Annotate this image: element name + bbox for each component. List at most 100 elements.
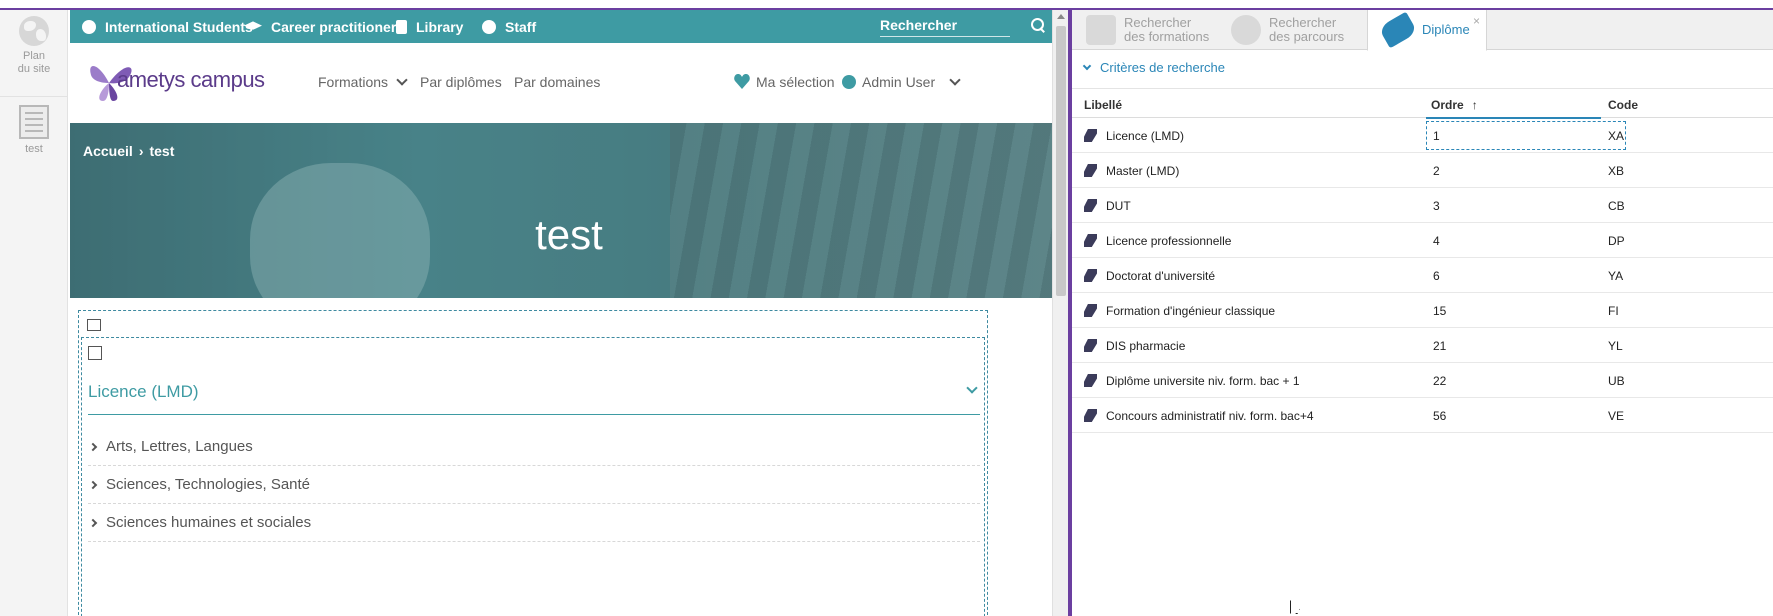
breadcrumb: Accueil › test — [83, 143, 174, 159]
tab-search-parcours[interactable]: Rechercher des parcours — [1217, 10, 1367, 50]
menu-label: Formations — [318, 74, 389, 90]
close-icon[interactable]: × — [1473, 14, 1480, 28]
site-header: ametys campus Formations Par diplômes Pa… — [70, 43, 1068, 123]
diploma-icon — [1084, 374, 1097, 387]
app-window: Plan du site test International Students… — [0, 0, 1773, 616]
user-name: Admin User — [862, 74, 936, 90]
table-row[interactable]: Master (LMD) 2 XB — [1072, 153, 1773, 188]
panel-tabbar: Rechercher des formations Rechercher des p… — [1072, 10, 1773, 51]
logo-text: ametys campus — [117, 67, 265, 92]
cell-label: Formation d'ingénieur classique — [1106, 304, 1276, 318]
cell-order: 56 — [1433, 409, 1447, 423]
accordion-item[interactable]: Arts, Lettres, Langues — [88, 428, 980, 466]
topbar-link-staff[interactable]: Staff — [482, 19, 536, 35]
accordion-item[interactable]: Sciences, Technologies, Santé — [88, 466, 980, 504]
menu-formations[interactable]: Formations — [318, 74, 408, 90]
rail-item-test-page[interactable]: test — [0, 96, 68, 160]
cell-label: Licence professionnelle — [1106, 234, 1232, 248]
cell-code: XA — [1608, 129, 1625, 143]
site-search-input[interactable]: Rechercher — [880, 17, 1010, 37]
rail-item-label: test — [25, 143, 43, 155]
diploma-icon — [1084, 409, 1097, 422]
column-header-libelle[interactable]: Libellé — [1084, 98, 1122, 112]
topbar-link-international-students[interactable]: International Students — [82, 19, 253, 35]
table-row[interactable]: Formation d'ingénieur classique 15 FI — [1072, 293, 1773, 328]
breadcrumb-home[interactable]: Accueil — [83, 143, 133, 159]
cell-label: DIS pharmacie — [1106, 339, 1186, 353]
table-row[interactable]: DIS pharmacie 21 YL — [1072, 328, 1773, 363]
search-criteria-label: Critères de recherche — [1100, 60, 1225, 75]
chevron-down-icon — [1082, 61, 1092, 71]
globe-icon — [19, 16, 49, 46]
user-circle-icon — [842, 75, 856, 89]
diploma-icon — [1084, 339, 1097, 352]
scroll-up-arrow-icon[interactable] — [1057, 14, 1065, 19]
rail-item-label: Plan — [22, 50, 46, 62]
user-menu[interactable]: Admin User — [842, 74, 961, 90]
diploma-icon — [1084, 164, 1097, 177]
hero-banner: Accueil › test test — [70, 123, 1068, 298]
copy-icon[interactable] — [87, 319, 101, 331]
diploma-grid: Libellé Ordre ↑ Code Licence (LMD) 1 XA M… — [1072, 88, 1773, 433]
tab-label: Diplôme — [1422, 22, 1470, 37]
book-icon — [396, 20, 407, 34]
column-header-ordre[interactable]: Ordre ↑ — [1431, 98, 1478, 112]
table-row[interactable]: Doctorat d'université 6 YA — [1072, 258, 1773, 293]
table-row[interactable]: DUT 3 CB — [1072, 188, 1773, 223]
cell-code: VE — [1608, 409, 1625, 423]
zone-edit-frame[interactable]: Licence (LMD) Arts, Lettres, Langues Sci… — [81, 337, 985, 616]
rail-item-label: du site — [17, 63, 51, 75]
tab-diplome[interactable]: Diplôme × — [1367, 10, 1487, 51]
graduation-cap-icon — [244, 21, 262, 30]
site-scrollbar[interactable] — [1052, 10, 1068, 616]
cell-code: FI — [1608, 304, 1619, 318]
search-icon[interactable] — [1031, 18, 1045, 32]
chevron-right-icon — [88, 442, 98, 451]
diploma-icon — [1084, 269, 1097, 282]
divider — [88, 414, 980, 415]
tab-search-formations[interactable]: Rechercher des formations — [1072, 10, 1217, 50]
globe-icon — [82, 20, 96, 34]
heart-icon — [734, 74, 750, 90]
section-title[interactable]: Licence (LMD) — [88, 382, 199, 402]
table-row[interactable]: Licence (LMD) 1 XA — [1072, 118, 1773, 153]
grid-header: Libellé Ordre ↑ Code — [1072, 88, 1773, 119]
accordion-label: Arts, Lettres, Langues — [106, 438, 253, 455]
search-formations-icon — [1086, 15, 1116, 45]
cell-order: 1 — [1433, 129, 1440, 143]
topbar-link-label: Career practitioners — [271, 19, 405, 35]
search-criteria-toggle[interactable]: Critères de recherche — [1082, 60, 1225, 75]
cell-label: Doctorat d'université — [1106, 269, 1216, 283]
table-row[interactable]: Concours administratif niv. form. bac+4 … — [1072, 398, 1773, 433]
topbar-link-label: International Students — [105, 19, 253, 35]
cell-label: Concours administratif niv. form. bac+4 — [1106, 409, 1314, 423]
site-topbar: International Students Career practition… — [70, 10, 1068, 43]
cell-code: UB — [1608, 374, 1625, 388]
topbar-link-label: Library — [416, 19, 464, 35]
rail-item-sitemap[interactable]: Plan du site — [0, 14, 68, 88]
cell-code: YL — [1608, 339, 1623, 353]
content-edit-frame[interactable]: Licence (LMD) Arts, Lettres, Langues Sci… — [78, 310, 988, 616]
diploma-icon — [1378, 11, 1418, 49]
my-selection-label: Ma sélection — [756, 74, 835, 90]
chevron-down-icon — [396, 74, 408, 86]
list-icon[interactable] — [88, 346, 102, 360]
diploma-icon — [1084, 199, 1097, 212]
topbar-link-library[interactable]: Library — [396, 19, 463, 35]
menu-par-domaines[interactable]: Par domaines — [514, 74, 600, 90]
cell-order: 2 — [1433, 164, 1440, 178]
chevron-down-icon[interactable] — [966, 382, 978, 394]
site-logo[interactable]: ametys campus — [85, 57, 265, 103]
my-selection-link[interactable]: Ma sélection — [734, 74, 835, 90]
sort-ascending-icon: ↑ — [1471, 98, 1478, 112]
cell-label: Master (LMD) — [1106, 164, 1180, 178]
focused-cell[interactable] — [1426, 121, 1626, 150]
accordion-item[interactable]: Sciences humaines et sociales — [88, 504, 980, 542]
topbar-link-career-practitioners[interactable]: Career practitioners — [244, 19, 404, 35]
table-row[interactable]: Diplôme universite niv. form. bac + 1 22… — [1072, 363, 1773, 398]
menu-par-diplomes[interactable]: Par diplômes — [420, 74, 502, 90]
table-row[interactable]: Licence professionnelle 4 DP — [1072, 223, 1773, 258]
cell-order: 15 — [1433, 304, 1447, 318]
cell-code: CB — [1608, 199, 1625, 213]
column-header-code[interactable]: Code — [1608, 98, 1638, 112]
